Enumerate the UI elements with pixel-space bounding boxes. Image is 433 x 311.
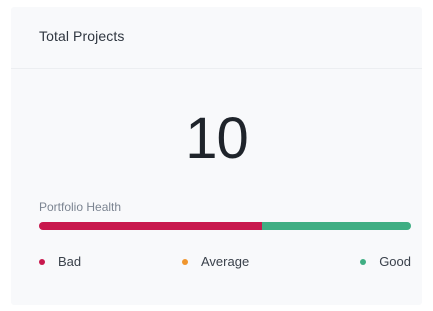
total-projects-card: Total Projects 10 Portfolio Health Bad A… — [11, 7, 422, 305]
health-legend: Bad Average Good — [39, 254, 411, 272]
portfolio-health-label: Portfolio Health — [39, 200, 122, 214]
legend-label-bad: Bad — [58, 254, 82, 269]
card-header: Total Projects — [11, 7, 422, 69]
portfolio-health-bar — [39, 222, 411, 230]
legend-label-average: Average — [201, 254, 250, 269]
legend-label-good: Good — [379, 254, 411, 269]
total-projects-count: 10 — [185, 106, 249, 171]
status-dot-icon — [182, 258, 188, 265]
status-dot-icon — [39, 258, 45, 265]
health-bar-bad-segment — [39, 222, 263, 230]
legend-item-good: Good — [360, 254, 411, 269]
legend-item-average: Average — [182, 254, 249, 269]
legend-item-bad: Bad — [39, 254, 81, 269]
status-dot-icon — [360, 258, 367, 265]
health-bar-good-segment — [262, 222, 411, 230]
card-title: Total Projects — [39, 28, 125, 44]
